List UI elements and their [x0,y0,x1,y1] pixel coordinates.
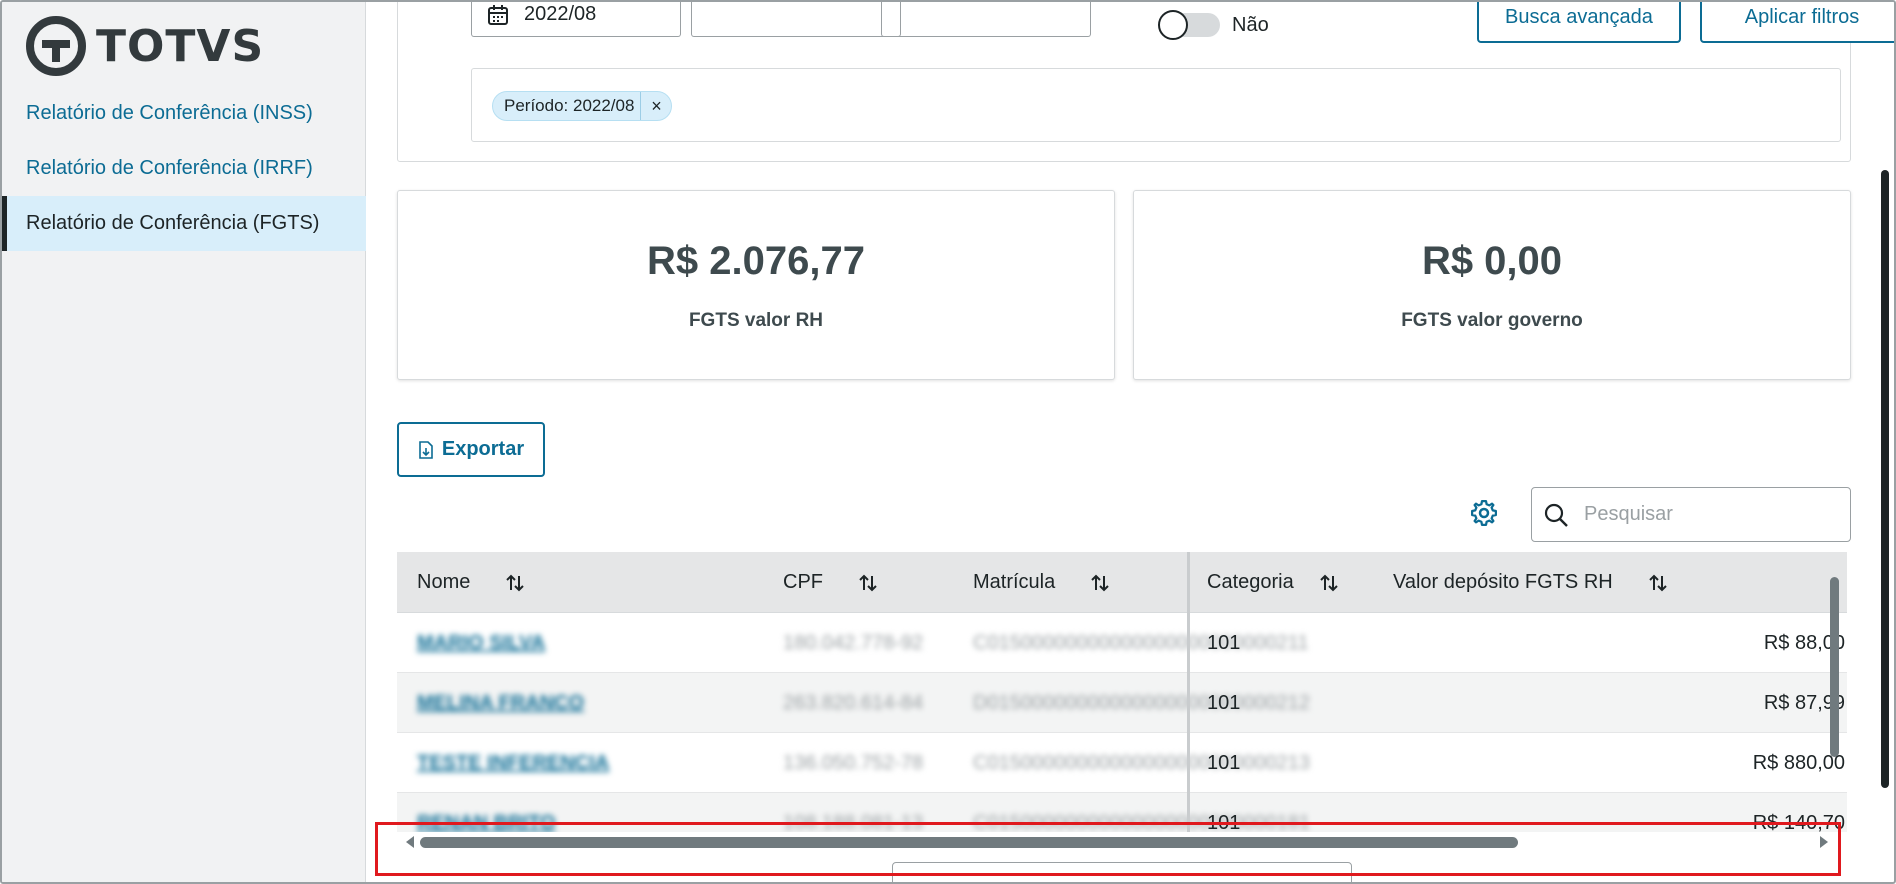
sort-icon[interactable] [1647,572,1669,594]
cell-categoria: 101 [1207,751,1241,774]
gear-icon[interactable] [1469,498,1499,528]
stat-card-fgts-rh: R$ 2.076,77 FGTS valor RH [397,190,1115,380]
sidebar-item-inss[interactable]: Relatório de Conferência (INSS) [2,86,366,141]
filter-chip-label: Período: 2022/08 [493,92,642,120]
export-label: Exportar [441,438,525,460]
sidebar-item-fgts[interactable]: Relatório de Conferência (FGTS) [2,196,366,251]
app-window: TOTVS Relatório de Conferência (INSS) Re… [0,0,1896,884]
export-button[interactable]: Exportar [397,422,545,477]
table-header: Nome CPF Matrícula Categoria Valor depós… [397,552,1847,613]
page-vertical-scrollbar[interactable] [1878,2,1894,882]
stat-label: FGTS valor RH [688,310,824,331]
filter-panel: 2022/08 Não Busca avançada Aplicar filtr… [397,2,1894,162]
stat-card-fgts-governo: R$ 0,00 FGTS valor governo [1133,190,1851,380]
period-value: 2022/08 [524,3,597,25]
cell-nome[interactable]: MARIO SILVA [417,613,545,673]
scroll-left-arrow-icon[interactable] [406,836,414,848]
cell-nome[interactable]: MELINA FRANCO [417,673,584,733]
totvs-logo: TOTVS [26,16,264,76]
table-vertical-scrollbar[interactable] [1828,557,1840,827]
sidebar-nav: Relatório de Conferência (INSS) Relatóri… [2,86,366,251]
cell-nome[interactable]: RENAN BRITO [417,793,556,833]
column-header-cpf[interactable]: CPF [783,552,879,613]
cell-matricula: C01500000000000000000000000181 [973,811,1311,833]
load-more-button[interactable] [892,862,1352,882]
cell-categoria: 101 [1207,631,1241,654]
sort-icon[interactable] [504,572,526,594]
filter-toggle[interactable]: Não [1158,10,1269,40]
column-header-matricula[interactable]: Matrícula [973,552,1111,613]
cell-matricula: C01500000000000000000000000213 [973,751,1311,774]
toggle-knob [1158,10,1188,40]
main-content: 2022/08 Não Busca avançada Aplicar filtr… [366,2,1894,882]
advanced-search-button[interactable]: Busca avançada [1477,2,1681,43]
table-row[interactable]: MELINA FRANCO 263.820.614-84 D0150000000… [397,673,1847,733]
search-input[interactable] [1584,503,1834,526]
cell-cpf: 136.050.752-78 [783,751,924,774]
horizontal-scroll-thumb[interactable] [420,837,1518,848]
logo-text: TOTVS [96,20,265,72]
cell-categoria: 101 [1207,811,1241,833]
totvs-logo-icon [26,16,86,76]
table-row[interactable]: TESTE INFERENCIA 136.050.752-78 C0150000… [397,733,1847,793]
search-icon [1544,503,1568,527]
cell-valor: R$ 88,00 [1763,631,1845,654]
sort-icon[interactable] [1089,572,1111,594]
cell-matricula: D01500000000000000000000000212 [973,691,1311,714]
sidebar-item-irrf[interactable]: Relatório de Conferência (IRRF) [2,141,366,196]
cell-cpf: 263.820.614-84 [783,691,924,714]
table-horizontal-scrollbar[interactable] [406,832,1828,852]
filter-input-2[interactable] [691,2,901,37]
active-filters-box: Período: 2022/08 × [471,68,1841,142]
export-file-icon [419,440,433,459]
frozen-column-divider [1187,552,1190,832]
stat-label: FGTS valor governo [1401,310,1583,331]
sidebar: TOTVS Relatório de Conferência (INSS) Re… [2,2,366,882]
stat-value: R$ 0,00 [1421,239,1563,283]
cell-valor: R$ 140,70 [1752,811,1845,833]
search-box[interactable] [1531,487,1851,542]
vertical-scroll-thumb[interactable] [1830,577,1839,757]
sort-icon[interactable] [857,572,879,594]
close-icon[interactable]: × [641,96,671,117]
table-row[interactable]: MARIO SILVA 180.042.778-92 C015000000000… [397,613,1847,673]
stat-value: R$ 2.076,77 [647,239,865,283]
scroll-right-arrow-icon[interactable] [1820,836,1828,848]
toggle-label: Não [1232,13,1269,36]
cell-valor: R$ 880,00 [1752,751,1845,774]
sort-icon[interactable] [1318,572,1340,594]
page-scroll-thumb[interactable] [1881,170,1889,788]
column-header-categoria[interactable]: Categoria [1207,552,1340,613]
filter-chip-period: Período: 2022/08 × [492,91,673,121]
cell-categoria: 101 [1207,691,1241,714]
calendar-icon [488,4,508,25]
cell-cpf: 108.188.081-13 [783,811,924,833]
cell-nome[interactable]: TESTE INFERENCIA [417,733,609,793]
apply-filters-button[interactable]: Aplicar filtros [1700,2,1894,43]
filter-input-3[interactable] [881,2,1091,37]
table-row[interactable]: RENAN BRITO 108.188.081-13 C015000000000… [397,793,1847,832]
data-table: Nome CPF Matrícula Categoria Valor depós… [397,552,1847,832]
column-header-nome[interactable]: Nome [417,552,526,613]
column-header-valor-fgts-rh[interactable]: Valor depósito FGTS RH [1393,552,1669,613]
toggle-switch[interactable] [1158,10,1220,40]
cell-cpf: 180.042.778-92 [783,631,924,654]
cell-matricula: C01500000000000000000000000211 [973,631,1309,654]
period-date-input[interactable]: 2022/08 [471,2,681,37]
cell-valor: R$ 87,99 [1763,691,1845,714]
